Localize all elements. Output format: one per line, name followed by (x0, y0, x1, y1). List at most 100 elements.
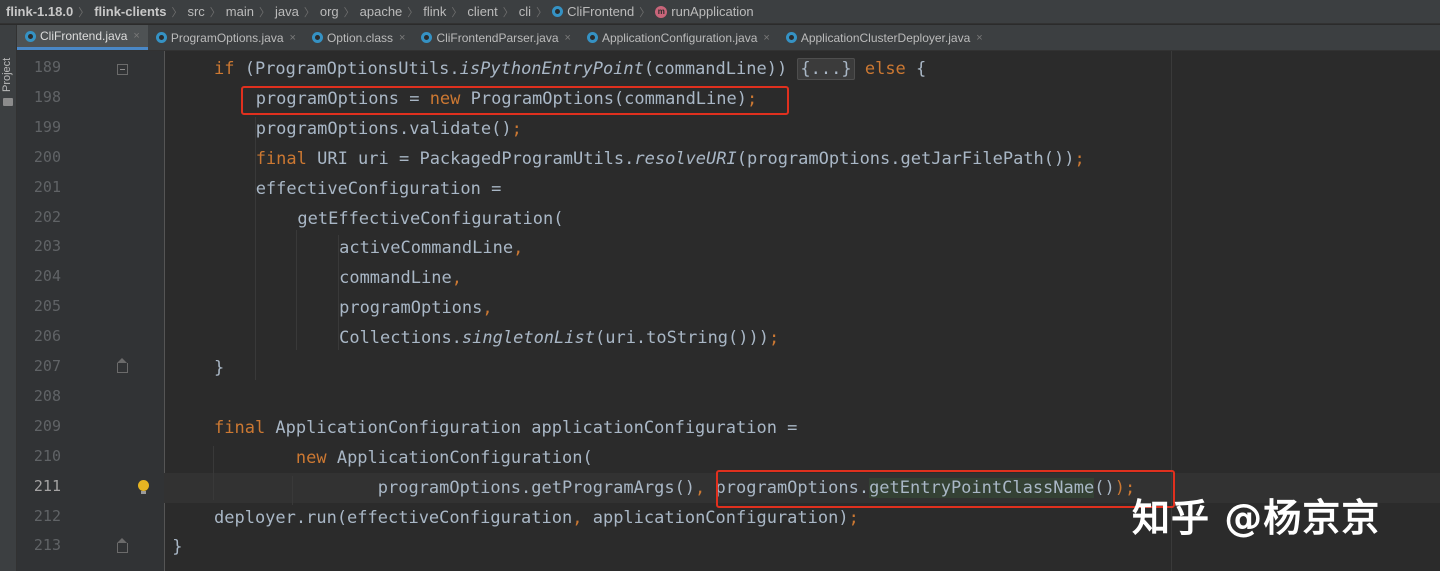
fold-end-icon[interactable] (117, 538, 128, 553)
code-token: URI uri = PackagedProgramUtils. (317, 148, 635, 169)
close-icon[interactable]: × (763, 32, 769, 44)
code-token: } (214, 358, 225, 378)
code-token: (commandLine)) (643, 59, 798, 79)
class-icon (552, 6, 564, 17)
code-line[interactable]: programOptions, (339, 298, 493, 318)
class-icon (421, 32, 433, 43)
code-line[interactable]: final ApplicationConfiguration applicati… (214, 418, 797, 438)
breadcrumb-separator-icon: 〉 (258, 6, 270, 19)
code-line[interactable]: getEffectiveConfiguration( (297, 209, 563, 229)
code-token: else (854, 59, 917, 79)
code-line[interactable]: deployer.run(effectiveConfiguration, app… (214, 508, 859, 528)
breadcrumb-label: cli (518, 4, 532, 19)
close-icon[interactable]: × (133, 30, 139, 42)
code-line[interactable]: } (172, 537, 182, 557)
breadcrumb-item[interactable]: src (187, 4, 204, 19)
tab-option-class[interactable]: Option.class × (304, 25, 413, 50)
close-icon[interactable]: × (976, 32, 982, 44)
close-icon[interactable]: × (565, 32, 571, 44)
code-token: programOptions.getProgramArgs() (214, 477, 696, 498)
breadcrumb-item[interactable]: org (320, 4, 339, 19)
line-number: 189 (33, 58, 61, 76)
breadcrumb-item[interactable]: flink-1.18.0 (6, 4, 73, 19)
line-number: 207 (33, 357, 61, 375)
code-line[interactable]: Collections.singletonList(uri.toString()… (339, 328, 779, 348)
line-number: 202 (33, 207, 61, 226)
highlight-box-line-211 (716, 470, 1175, 508)
breadcrumb-item[interactable]: main (226, 4, 254, 19)
code-token: (uri.toString())) (594, 328, 769, 349)
breadcrumb-label: java (274, 4, 299, 19)
lightbulb-icon[interactable] (138, 480, 149, 494)
code-token: ApplicationConfiguration( (336, 447, 593, 468)
tab-clifrontend-java[interactable]: CliFrontend.java × (17, 25, 148, 50)
code-token: Collections. (339, 328, 462, 349)
indent-guide (255, 117, 256, 380)
code-line[interactable]: new ApplicationConfiguration( (214, 448, 593, 468)
breadcrumb-label: CliFrontend (567, 4, 635, 19)
line-number: 213 (33, 536, 61, 555)
breadcrumb: flink-1.18.0 〉 flink-clients 〉 src 〉 main 〉 java… (0, 0, 1440, 24)
fold-end-icon[interactable] (117, 358, 128, 373)
breadcrumb-item[interactable]: m runApplication (655, 4, 754, 19)
watermark: 知乎 @杨京京 (1132, 496, 1381, 540)
code-token: commandLine (339, 268, 452, 289)
close-icon[interactable]: × (399, 32, 405, 44)
editor-tabs: CliFrontend.java × ProgramOptions.java × Opt… (17, 25, 1440, 51)
code-line[interactable]: if (ProgramOptionsUtils.isPythonEntryPoi… (214, 58, 927, 80)
code-token: resolveURI (634, 148, 737, 169)
tab-programoptions-java[interactable]: ProgramOptions.java × (148, 25, 304, 50)
line-number: 198 (33, 87, 61, 106)
code-token: } (172, 537, 183, 558)
tab-applicationclusterdeployer-java[interactable]: ApplicationClusterDeployer.java × (778, 25, 991, 50)
code-line[interactable]: } (214, 358, 224, 378)
breadcrumb-separator-icon: 〉 (536, 6, 548, 19)
tab-clifrontendparser-java[interactable]: CliFrontendParser.java × (413, 25, 579, 50)
code-token: getEffectiveConfiguration( (297, 208, 564, 229)
breadcrumb-item[interactable]: apache (360, 4, 403, 19)
breadcrumb-label: flink-1.18.0 (6, 4, 74, 19)
breadcrumb-item[interactable]: java (275, 4, 299, 19)
tab-applicationconfiguration-java[interactable]: ApplicationConfiguration.java × (579, 25, 778, 50)
code-token: , (451, 268, 462, 289)
project-tool-strip[interactable]: Project (0, 25, 17, 571)
code-token: (programOptions.getJarFilePath()) (736, 148, 1075, 169)
code-token: singletonList (461, 328, 595, 349)
code-line[interactable]: commandLine, (339, 268, 462, 288)
code-token: { (916, 59, 927, 79)
class-icon (785, 32, 797, 43)
code-token: ; (848, 507, 859, 528)
breadcrumb-item[interactable]: flink (423, 4, 446, 19)
code-token: isPythonEntryPoint (459, 59, 644, 79)
breadcrumb-separator-icon: 〉 (407, 6, 419, 19)
highlight-box-line-198 (241, 86, 789, 115)
code-token: deployer.run(effectiveConfiguration (214, 507, 573, 528)
code-token: ; (511, 118, 522, 139)
tab-label: ApplicationClusterDeployer.java (800, 30, 971, 45)
code-line[interactable]: activeCommandLine, (339, 238, 523, 258)
breadcrumb-item[interactable]: cli (519, 4, 531, 19)
code-line[interactable]: effectiveConfiguration = (256, 179, 502, 199)
breadcrumb-item[interactable]: client (467, 4, 497, 19)
line-number: 199 (33, 117, 61, 136)
tab-label: ProgramOptions.java (170, 30, 284, 45)
breadcrumb-label: flink (423, 4, 447, 19)
code-line[interactable]: programOptions.validate(); (256, 119, 522, 139)
class-icon (586, 32, 598, 43)
code-token: (ProgramOptionsUtils. (244, 59, 460, 79)
line-number: 211 (33, 476, 61, 495)
folder-icon (3, 98, 13, 106)
fold-collapse-icon[interactable] (117, 64, 128, 75)
project-tool-label[interactable]: Project (1, 58, 13, 92)
code-token: , (482, 298, 493, 319)
code-token: effectiveConfiguration = (255, 178, 502, 199)
code-line[interactable]: final URI uri = PackagedProgramUtils.res… (256, 149, 1085, 169)
breadcrumb-item[interactable]: CliFrontend (552, 4, 634, 19)
breadcrumb-separator-icon: 〉 (78, 6, 90, 19)
breadcrumb-item[interactable]: flink-clients (94, 4, 166, 19)
breadcrumb-separator-icon: 〉 (639, 6, 651, 19)
collapsed-code-block[interactable]: {...} (797, 58, 855, 80)
close-icon[interactable]: × (290, 32, 296, 44)
line-number: 205 (33, 297, 61, 316)
code-token: final (214, 417, 276, 438)
